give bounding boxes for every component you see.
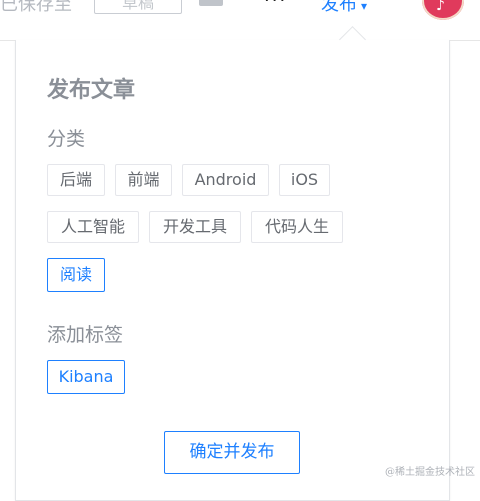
tags-label: 添加标签 bbox=[47, 324, 124, 346]
chevron-down-icon: ▾ bbox=[361, 0, 368, 13]
category-tag-ai[interactable]: 人工智能 bbox=[47, 211, 139, 243]
category-tag-backend[interactable]: 后端 bbox=[47, 164, 105, 196]
category-tag-reading[interactable]: 阅读 bbox=[47, 258, 105, 292]
category-tag-ios[interactable]: iOS bbox=[279, 164, 330, 196]
confirm-publish-button[interactable]: 确定并发布 bbox=[164, 431, 300, 474]
category-tag-frontend[interactable]: 前端 bbox=[115, 164, 172, 196]
save-status: 已保存至 bbox=[0, 0, 72, 15]
avatar[interactable]: ♪ bbox=[422, 0, 464, 20]
category-tag-android[interactable]: Android bbox=[182, 164, 269, 196]
category-tag-code-life[interactable]: 代码人生 bbox=[251, 211, 343, 243]
draft-button[interactable]: 草稿 bbox=[94, 0, 182, 14]
more-icon[interactable]: ··· bbox=[264, 0, 287, 11]
tag-kibana[interactable]: Kibana bbox=[47, 360, 125, 394]
category-tag-dev-tools[interactable]: 开发工具 bbox=[149, 211, 241, 243]
category-label: 分类 bbox=[47, 128, 86, 150]
watermark: @稀土掘金技术社区 bbox=[385, 467, 475, 478]
publish-button[interactable]: 发布 ▾ bbox=[321, 0, 367, 16]
panel-title: 发布文章 bbox=[47, 78, 136, 103]
image-icon[interactable] bbox=[199, 0, 223, 6]
avatar-glyph: ♪ bbox=[436, 0, 445, 14]
editor-header: 已保存至 草稿 ··· 发布 ▾ ♪ bbox=[0, 0, 480, 41]
publish-label: 发布 bbox=[321, 0, 357, 15]
